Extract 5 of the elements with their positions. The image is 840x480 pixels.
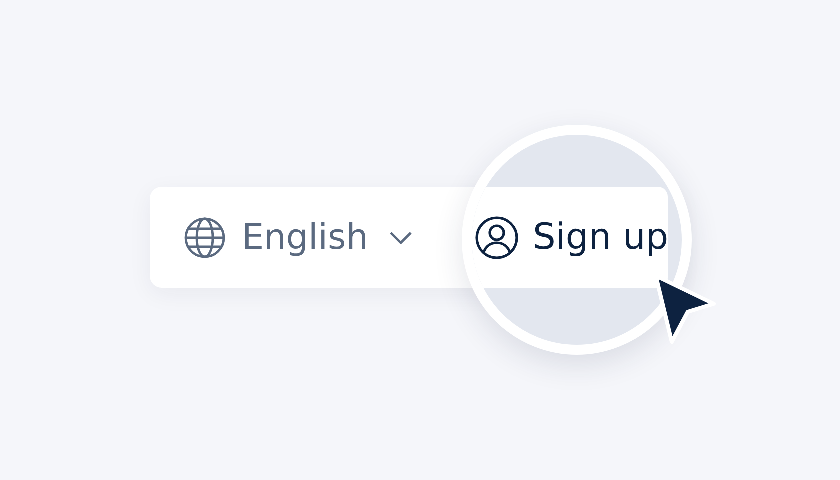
language-dropdown[interactable]: English [184,216,412,258]
sign-up-button[interactable]: Sign up [475,216,669,260]
user-icon [475,216,519,260]
globe-icon [184,216,226,258]
chevron-down-icon [390,232,412,244]
